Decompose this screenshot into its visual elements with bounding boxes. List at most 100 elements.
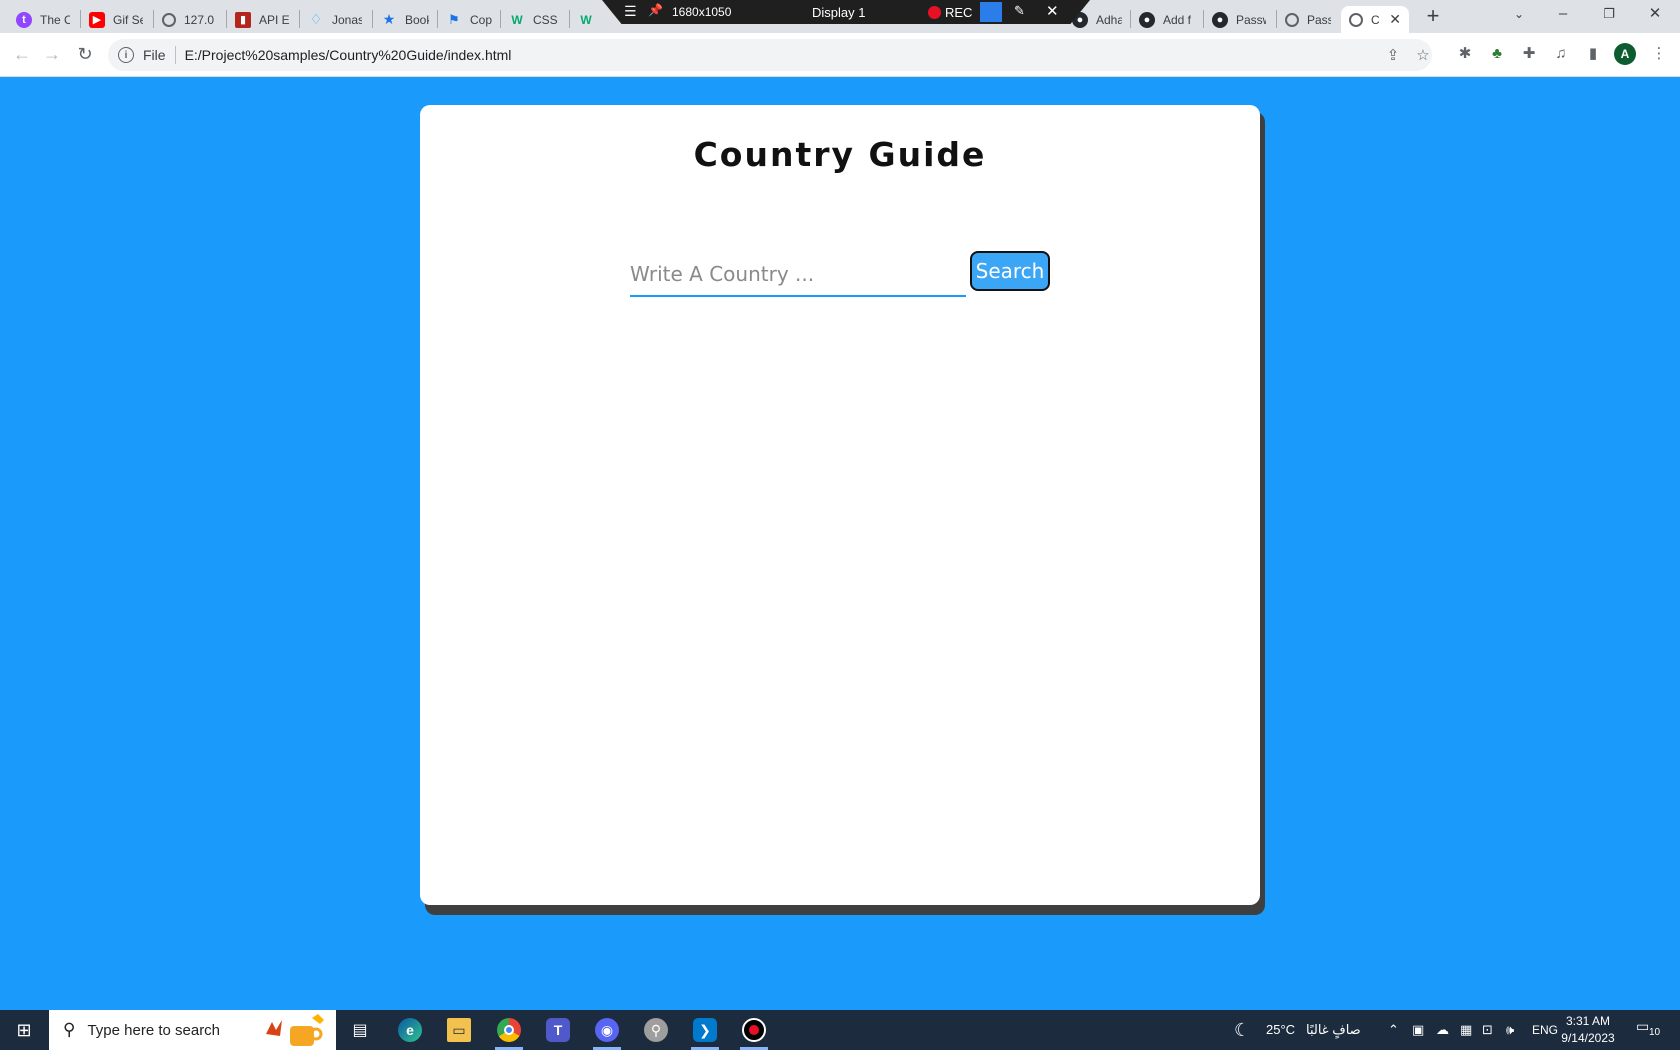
taskbar-clock[interactable]: 3:31 AM 9/14/2023	[1553, 1013, 1623, 1047]
browser-tab[interactable]: W C	[570, 6, 610, 33]
volume-icon[interactable]: 🕪	[1506, 1010, 1514, 1050]
weather-icon[interactable]: ☾	[1234, 1010, 1250, 1050]
share-icon[interactable]: ⇪	[1384, 47, 1402, 65]
tab-label: Copy	[470, 12, 492, 27]
search-button[interactable]: Search	[970, 251, 1050, 291]
menu-icon[interactable]: ☰	[624, 3, 637, 20]
star-icon: ★	[382, 11, 396, 27]
meet-now-icon[interactable]: ▣	[1412, 1010, 1424, 1050]
browser-tab[interactable]: ● Add f	[1131, 6, 1203, 33]
search-app-icon[interactable]: ⚲	[634, 1014, 678, 1046]
browser-tab-active[interactable]: Co ✕	[1341, 6, 1409, 33]
close-tab-icon[interactable]: ✕	[1389, 11, 1401, 28]
extensions-puzzle-icon[interactable]: ✚	[1518, 43, 1540, 65]
pen-icon[interactable]: ✎	[1014, 3, 1025, 19]
show-hidden-icons-chevron-icon[interactable]: ⌃	[1388, 1010, 1399, 1050]
w3-icon: W	[580, 12, 592, 27]
browser-tab[interactable]: ⚑ Copy	[438, 6, 500, 33]
github-icon: ●	[1139, 11, 1155, 28]
edge-icon[interactable]: e	[388, 1014, 432, 1046]
profile-avatar[interactable]: A	[1614, 43, 1636, 65]
task-view-icon[interactable]: ▤	[338, 1014, 382, 1046]
close-icon[interactable]: ✕	[1046, 2, 1059, 20]
tab-label: Book	[405, 12, 429, 27]
url-text[interactable]: E:/Project%20samples/Country%20Guide/ind…	[185, 47, 512, 63]
browser-tab[interactable]: ● Passw	[1204, 6, 1276, 33]
scheme-label: File	[143, 47, 166, 63]
browser-tab[interactable]: t The C	[8, 6, 80, 33]
page-title: Country Guide	[693, 135, 987, 174]
info-icon[interactable]: i	[118, 47, 134, 63]
tab-search-icon[interactable]: ⌄	[1496, 0, 1542, 30]
browser-tab[interactable]: ★ Book	[373, 6, 437, 33]
flag-icon: ⚑	[448, 11, 460, 27]
tab-label: CSS n	[533, 12, 561, 27]
tab-label: Gif Se	[113, 12, 143, 27]
more-menu-icon[interactable]: ⋮	[1648, 43, 1670, 65]
browser-toolbar: ← → ↻ i File E:/Project%20samples/Countr…	[0, 33, 1680, 77]
tab-label: Passw	[1307, 12, 1331, 27]
recorder-display[interactable]: Display 1	[812, 5, 865, 20]
file-explorer-icon[interactable]: ▭	[437, 1014, 481, 1046]
record-button[interactable]: REC	[945, 5, 972, 20]
discord-icon[interactable]: ◉	[585, 1014, 629, 1050]
weather-temperature[interactable]: 25°C	[1266, 1010, 1295, 1050]
display-icon[interactable]: ▦	[1460, 1010, 1472, 1050]
youtube-icon: ▶	[89, 11, 105, 28]
bug-extension-icon[interactable]: ✱	[1454, 43, 1476, 65]
teams-icon[interactable]: T	[536, 1014, 580, 1046]
restore-button[interactable]: ❐	[1586, 0, 1632, 30]
side-panel-icon[interactable]: ▮	[1582, 43, 1604, 65]
country-search-input[interactable]	[630, 253, 966, 297]
recorder-resolution: 1680x1050	[672, 5, 732, 19]
vscode-icon[interactable]: ❯	[683, 1014, 727, 1050]
tab-label: Adha	[1096, 12, 1122, 27]
tab-label: Add f	[1163, 12, 1192, 27]
close-window-button[interactable]: ✕	[1632, 0, 1678, 30]
minimize-button[interactable]: –	[1540, 0, 1586, 30]
bookmark-star-icon[interactable]: ☆	[1414, 47, 1432, 65]
tab-label: Passw	[1236, 12, 1266, 27]
clock-time: 3:31 AM	[1565, 1014, 1611, 1028]
record-dot-icon	[928, 6, 941, 19]
country-guide-card: Country Guide Search	[420, 105, 1260, 905]
clock-date: 9/14/2023	[1561, 1031, 1615, 1045]
reload-button[interactable]: ↻	[73, 43, 97, 67]
tab-label: Jonas	[332, 12, 362, 27]
onedrive-cloud-icon[interactable]: ☁	[1436, 1010, 1449, 1050]
tree-extension-icon[interactable]: ♣	[1486, 43, 1508, 65]
back-button[interactable]: ←	[10, 43, 34, 67]
address-bar[interactable]: i File E:/Project%20samples/Country%20Gu…	[108, 39, 1432, 71]
windows-start-icon[interactable]: ⊞	[8, 1018, 40, 1042]
taskbar-search-placeholder: Type here to search	[87, 1021, 221, 1039]
browser-tab[interactable]: ♢ Jonas	[300, 6, 372, 33]
taskbar-search-box[interactable]: ⚲ Type here to search	[49, 1010, 336, 1050]
forward-button[interactable]: →	[40, 43, 64, 67]
new-tab-button[interactable]: +	[1422, 4, 1444, 28]
notification-count: 10	[1648, 1027, 1662, 1038]
browser-tab[interactable]: 127.0	[154, 6, 226, 33]
notification-center-icon[interactable]: ▭ 10	[1636, 1018, 1664, 1042]
book-icon: ▮	[235, 11, 251, 28]
github-icon: ●	[1212, 11, 1228, 28]
tab-label: The C	[40, 12, 70, 27]
camera-icon[interactable]	[980, 2, 1002, 22]
media-control-icon[interactable]: ♫	[1550, 43, 1572, 65]
browser-tab[interactable]: ▮ API E	[227, 6, 299, 33]
network-icon[interactable]: ⊡	[1482, 1010, 1493, 1050]
pin-icon[interactable]: 📌	[648, 3, 663, 17]
screen-recorder-icon[interactable]	[732, 1014, 776, 1050]
weather-description[interactable]: صافٍ غالبًا	[1306, 1010, 1361, 1050]
browser-tab[interactable]: W CSS n	[501, 6, 569, 33]
autumn-tea-icon	[266, 1014, 324, 1046]
twitch-icon: t	[16, 11, 32, 28]
w3-icon: W	[511, 12, 523, 27]
windows-taskbar: ⊞ ⚲ Type here to search ▤ e ▭ T ◉ ⚲ ❯ ☾ …	[0, 1010, 1680, 1050]
recorder-toolbar: ☰ 📌 1680x1050 Display 1 REC ✎ ✕	[602, 0, 1090, 24]
tab-label: 127.0	[184, 12, 214, 27]
chrome-icon[interactable]	[487, 1014, 531, 1050]
browser-tab[interactable]: ▶ Gif Se	[81, 6, 153, 33]
globe-icon	[1285, 12, 1299, 27]
browser-tab[interactable]: Passw	[1277, 6, 1339, 33]
search-icon: ⚲	[63, 1020, 76, 1039]
